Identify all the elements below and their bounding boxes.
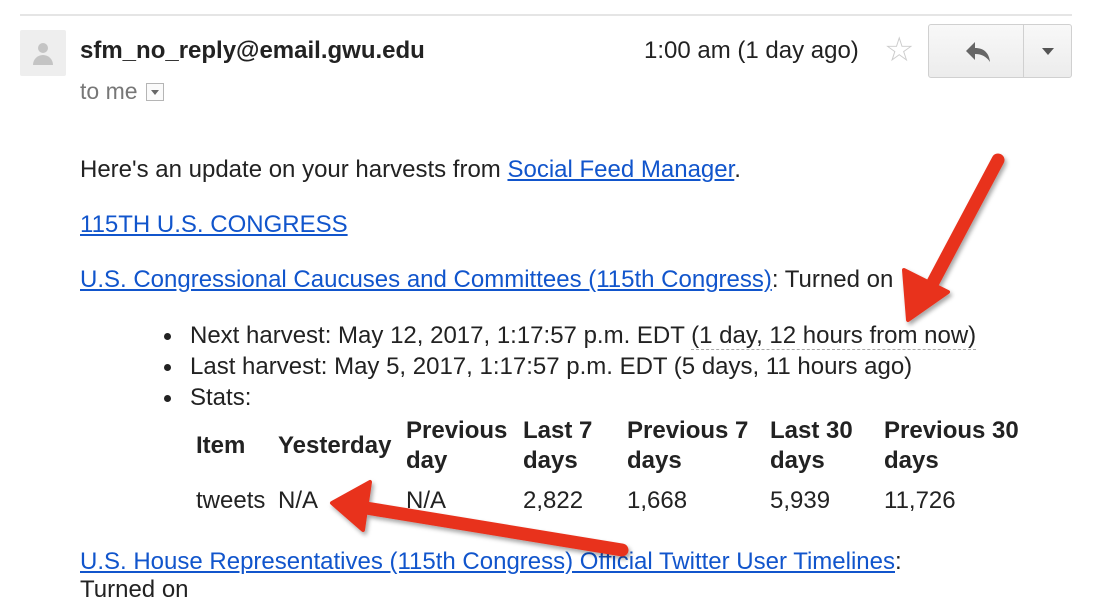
reply-button[interactable] [928,24,1024,78]
header-previous-day: Previous day [406,417,508,474]
social-feed-manager-link[interactable]: Social Feed Manager [507,156,734,183]
header-last-7-days: Last 7 days [523,417,593,474]
intro-suffix: . [734,156,741,183]
collection2-line: U.S. House Representatives (115th Congre… [80,548,902,576]
next-harvest-text: Next harvest: May 12, 2017, 1:17:57 p.m.… [190,322,692,349]
bullet-dot [164,333,171,340]
avatar-head-shape [38,43,48,53]
more-actions-button[interactable] [1023,24,1072,78]
arrow-to-next-harvest [902,153,1005,322]
more-caret-icon [1042,48,1054,55]
cell-previous-7-days: 1,668 [627,487,688,514]
star-icon[interactable]: ☆ [884,30,914,70]
header-last-30-days: Last 30 days [770,417,853,474]
to-details-dropdown-icon[interactable] [145,82,164,101]
next-harvest-relative[interactable]: (1 day, 12 hours from now) [691,322,977,350]
header-previous-7-days: Previous 7 days [627,417,749,474]
message-timestamp[interactable]: 1:00 am (1 day ago) [644,37,859,65]
cell-previous-day: N/A [406,487,447,514]
collection1-status: : Turned on [771,266,894,293]
stats-label: Stats: [190,384,252,411]
collection1-line: U.S. Congressional Caucuses and Committe… [80,266,893,294]
reply-icon [966,42,990,62]
list-item: Last harvest: May 5, 2017, 1:17:57 p.m. … [164,351,976,382]
intro-line: Here's an update on your harvests from S… [80,156,741,184]
cell-last-7-days: 2,822 [523,487,584,514]
top-divider [20,14,1072,16]
recipient-line: to me [80,78,164,105]
stats-table: Item Yesterday Previous day Last 7 days Pr… [192,414,1038,520]
table-row: tweets N/A N/A 2,822 1,668 5,939 11,726 [196,482,1034,520]
cell-yesterday: N/A [278,487,319,514]
cell-previous-30-days: 11,726 [884,487,956,514]
header-item: Item [196,432,246,459]
cell-last-30-days: 5,939 [770,487,831,514]
bullet-dot [164,364,171,371]
intro-prefix: Here's an update on your harvests from [80,156,508,183]
bullet-dot [164,395,171,402]
header-previous-30-days: Previous 30 days [884,417,1019,474]
cut-off-status: Turned on [80,576,189,603]
caucuses-committees-link[interactable]: U.S. Congressional Caucuses and Committe… [80,266,772,293]
list-item: Stats: [164,382,976,413]
table-header-row: Item Yesterday Previous day Last 7 days Pr… [196,414,1034,482]
house-representatives-link[interactable]: U.S. House Representatives (115th Congre… [80,548,895,575]
last-harvest-text: Last harvest: May 5, 2017, 1:17:57 p.m. … [190,353,913,380]
cell-item: tweets [196,487,266,514]
header-yesterday: Yesterday [278,432,392,459]
avatar-icon[interactable] [20,30,66,76]
avatar-shoulders-shape [33,55,53,65]
sender-address[interactable]: sfm_no_reply@email.gwu.edu [80,37,425,65]
list-item: Next harvest: May 12, 2017, 1:17:57 p.m.… [164,320,977,351]
collection-set-link[interactable]: 115TH U.S. CONGRESS [80,211,348,238]
collection2-status: : [895,548,902,575]
recipient-label: to me [80,78,138,104]
collection-set-line: 115TH U.S. CONGRESS [80,211,348,239]
harvest-details-list: Next harvest: May 12, 2017, 1:17:57 p.m.… [164,320,977,413]
